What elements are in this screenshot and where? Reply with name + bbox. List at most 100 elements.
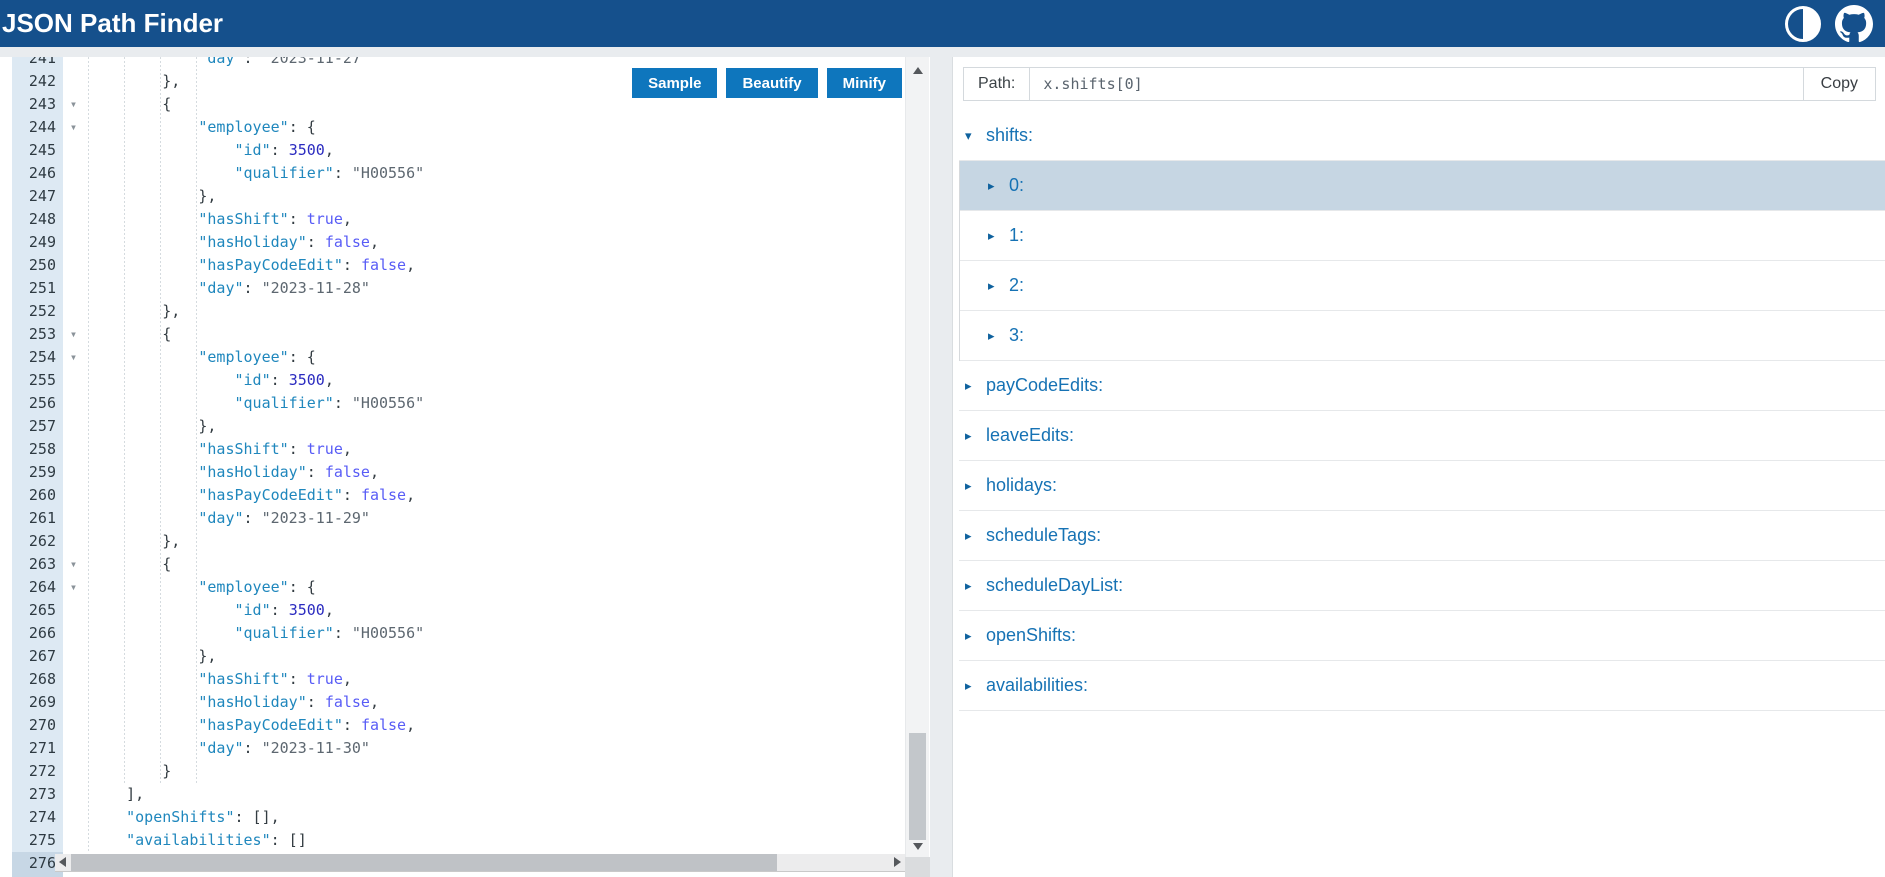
line-number: 266: [12, 622, 63, 645]
code-text[interactable]: "employee": {: [84, 346, 316, 369]
fold-gutter: [63, 254, 84, 277]
chevron-right-icon[interactable]: ▸: [988, 228, 1000, 244]
code-text[interactable]: "qualifier": "H00556": [84, 162, 424, 185]
code-text[interactable]: ],: [84, 783, 144, 806]
json-editor[interactable]: 241 "day": "2023-11-27"242 },243▾ {244▾ …: [0, 57, 930, 877]
code-text[interactable]: "availabilities": []: [84, 829, 307, 852]
code-text[interactable]: }: [84, 760, 171, 783]
tree-row[interactable]: ▾shifts:: [959, 111, 1885, 161]
copy-button[interactable]: Copy: [1803, 68, 1875, 100]
tree-row[interactable]: ▸2:: [960, 261, 1885, 311]
code-text[interactable]: "hasPayCodeEdit": false,: [84, 714, 415, 737]
code-text[interactable]: "hasPayCodeEdit": false,: [84, 254, 415, 277]
code-text[interactable]: "openShifts": [],: [84, 806, 280, 829]
horizontal-scrollbar[interactable]: [55, 854, 905, 872]
code-text[interactable]: {: [84, 553, 171, 576]
tree-node: ▸openShifts:: [959, 611, 1885, 661]
code-text[interactable]: {: [84, 323, 171, 346]
fold-toggle-icon[interactable]: ▾: [63, 576, 84, 599]
fold-toggle-icon[interactable]: ▾: [63, 93, 84, 116]
chevron-right-icon[interactable]: ▸: [988, 178, 1000, 194]
minify-button[interactable]: Minify: [827, 68, 902, 98]
code-text[interactable]: "day": "2023-11-28": [84, 277, 370, 300]
tree-row[interactable]: ▸openShifts:: [959, 611, 1885, 661]
fold-gutter: [63, 208, 84, 231]
line-number: 258: [12, 438, 63, 461]
horizontal-scrollbar-thumb[interactable]: [71, 854, 777, 871]
beautify-button[interactable]: Beautify: [726, 68, 817, 98]
chevron-down-icon[interactable]: ▾: [965, 128, 977, 144]
chevron-right-icon[interactable]: ▸: [965, 428, 977, 444]
code-text[interactable]: "hasHoliday": false,: [84, 691, 379, 714]
vertical-scrollbar[interactable]: [905, 57, 929, 857]
code-text[interactable]: "hasShift": true,: [84, 668, 352, 691]
line-number: 262: [12, 530, 63, 553]
code-text[interactable]: "id": 3500,: [84, 369, 334, 392]
code-text[interactable]: {: [84, 93, 171, 116]
tree-row[interactable]: ▸leaveEdits:: [959, 411, 1885, 461]
tree-row[interactable]: ▸availabilities:: [959, 661, 1885, 711]
code-text[interactable]: },: [84, 415, 216, 438]
fold-toggle-icon[interactable]: ▾: [63, 116, 84, 139]
fold-toggle-icon[interactable]: ▾: [63, 346, 84, 369]
app-header: JSON Path Finder: [0, 0, 1885, 47]
code-text[interactable]: },: [84, 530, 180, 553]
vertical-scrollbar-thumb[interactable]: [909, 733, 926, 840]
code-line: 256 "qualifier": "H00556": [0, 392, 930, 415]
tree-node-label: holidays:: [986, 475, 1057, 496]
code-line: 254▾ "employee": {: [0, 346, 930, 369]
code-text[interactable]: "hasHoliday": false,: [84, 461, 379, 484]
code-text[interactable]: "hasShift": true,: [84, 438, 352, 461]
chevron-right-icon[interactable]: ▸: [965, 678, 977, 694]
chevron-right-icon[interactable]: ▸: [965, 478, 977, 494]
path-input[interactable]: [1029, 68, 1802, 100]
github-icon[interactable]: [1835, 5, 1873, 43]
tree-row[interactable]: ▸scheduleDayList:: [959, 561, 1885, 611]
editor-toolbar: Sample Beautify Minify: [632, 68, 902, 98]
code-text[interactable]: "employee": {: [84, 116, 316, 139]
code-text[interactable]: "hasPayCodeEdit": false,: [84, 484, 415, 507]
code-text[interactable]: },: [84, 645, 216, 668]
code-text[interactable]: "day": "2023-11-30": [84, 737, 370, 760]
chevron-right-icon[interactable]: ▸: [988, 328, 1000, 344]
fold-toggle-icon[interactable]: ▾: [63, 323, 84, 346]
code-text[interactable]: "qualifier": "H00556": [84, 392, 424, 415]
scroll-up-arrow-icon[interactable]: [913, 67, 923, 74]
code-text[interactable]: "day": "2023-11-29": [84, 507, 370, 530]
code-line: 247 },: [0, 185, 930, 208]
code-text[interactable]: },: [84, 185, 216, 208]
code-text[interactable]: },: [84, 70, 180, 93]
line-number: 273: [12, 783, 63, 806]
sample-button[interactable]: Sample: [632, 68, 717, 98]
scroll-down-arrow-icon[interactable]: [913, 843, 923, 850]
tree-row[interactable]: ▸ payCodeEdits:: [959, 361, 1885, 411]
fold-gutter: [63, 438, 84, 461]
tree-row[interactable]: ▸0:: [960, 161, 1885, 211]
tree-row[interactable]: ▸3:: [960, 311, 1885, 361]
chevron-right-icon[interactable]: ▸: [965, 528, 977, 544]
line-number: 275: [12, 829, 63, 852]
code-text[interactable]: "id": 3500,: [84, 139, 334, 162]
code-text[interactable]: "hasShift": true,: [84, 208, 352, 231]
theme-contrast-toggle-icon[interactable]: [1785, 6, 1821, 42]
tree-row[interactable]: ▸ holidays:: [959, 461, 1885, 511]
fold-toggle-icon[interactable]: ▾: [63, 553, 84, 576]
chevron-right-icon[interactable]: ▸: [965, 628, 977, 644]
chevron-right-icon[interactable]: ▸: [965, 578, 977, 594]
tree-row[interactable]: ▸ 1:: [960, 211, 1885, 261]
code-line: 245 "id": 3500,: [0, 139, 930, 162]
tree-node-label: 1:: [1009, 225, 1024, 246]
scroll-left-arrow-icon[interactable]: [59, 857, 66, 867]
tree-row[interactable]: ▸scheduleTags:: [959, 511, 1885, 561]
chevron-right-icon[interactable]: ▸: [965, 378, 977, 394]
chevron-right-icon[interactable]: ▸: [988, 278, 1000, 294]
code-line: 265 "id": 3500,: [0, 599, 930, 622]
code-text[interactable]: "qualifier": "H00556": [84, 622, 424, 645]
code-text[interactable]: "day": "2023-11-27": [84, 57, 370, 70]
scroll-right-arrow-icon[interactable]: [894, 857, 901, 867]
tree-node-label: payCodeEdits:: [986, 375, 1103, 396]
code-text[interactable]: "id": 3500,: [84, 599, 334, 622]
code-text[interactable]: },: [84, 300, 180, 323]
code-text[interactable]: "employee": {: [84, 576, 316, 599]
code-text[interactable]: "hasHoliday": false,: [84, 231, 379, 254]
